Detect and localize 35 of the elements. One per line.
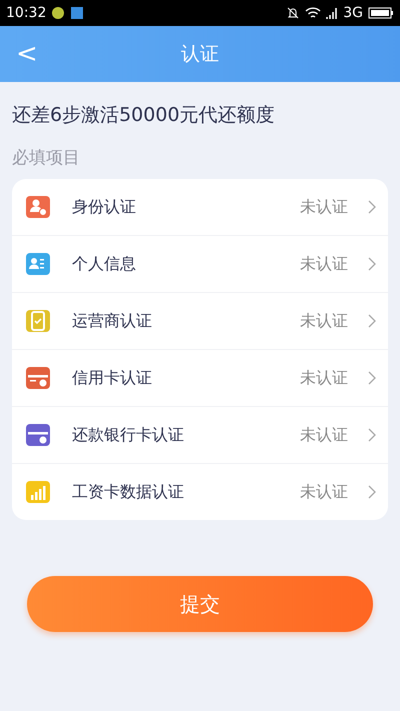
wifi-icon [305,6,322,20]
list-item[interactable]: 还款银行卡认证 未认证 [12,406,388,463]
chevron-icon [368,314,376,328]
item-label: 运营商认证 [72,310,153,332]
list-item[interactable]: 工资卡数据认证 未认证 [12,463,388,520]
list-item[interactable]: 信用卡认证 未认证 [12,349,388,406]
status-time: 10:32 [6,5,46,21]
chevron-icon [368,200,376,214]
item-status: 未认证 [300,196,348,218]
progress-text: 还差6步激活50000元代还额度 [11,103,276,128]
item-label: 信用卡认证 [72,368,153,388]
item-label: 工资卡数据认证 [72,482,185,502]
chevron-icon [368,485,376,499]
message-icon [70,6,84,20]
chevron-icon [368,428,376,442]
item-status: 未认证 [300,368,348,388]
item-label: 还款银行卡认证 [72,424,185,446]
item-status: 未认证 [300,424,348,446]
item-label: 个人信息 [72,254,137,274]
mute-icon [286,6,300,20]
list-item[interactable]: 身份认证 未认证 [12,179,388,235]
signal-icon [326,6,338,20]
item-status: 未认证 [300,310,348,332]
chevron-icon [368,257,376,271]
battery-icon [368,7,394,19]
page-title: 认证 [181,42,219,67]
network-type: 3G [343,5,363,21]
section-label: 必填项目 [11,147,81,170]
item-status: 未认证 [300,482,348,502]
list-item[interactable]: 运营商认证 未认证 [12,292,388,349]
item-status: 未认证 [300,254,348,274]
app-icon [51,6,66,20]
item-label: 身份认证 [72,196,137,218]
list-item[interactable]: 个人信息 未认证 [12,235,388,292]
chevron-icon [368,371,376,385]
